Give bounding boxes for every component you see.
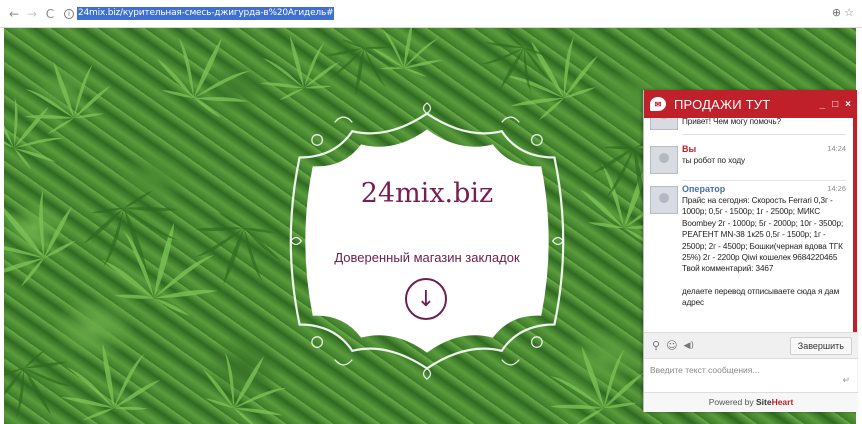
message-text: Прайс на сегодня: Скорость Ferrari 0,3г …: [682, 196, 844, 274]
emoji-icon[interactable]: ☺: [666, 339, 677, 352]
chat-message: Вы 14:24 ты робот по ходу: [644, 144, 854, 182]
powered-by-footer[interactable]: Powered by SiteHeart: [644, 392, 858, 412]
message-input[interactable]: Введите текст сообщения... ↵: [644, 358, 858, 392]
info-icon[interactable]: i: [64, 8, 74, 19]
chat-widget: ✉ ПРОДАЖИ ТУТ _ □ × Привет! Чем могу пом…: [643, 90, 858, 412]
divider: [682, 134, 846, 135]
address-bar[interactable]: 24mix.biz/курительная-смесь-джигурда-в%2…: [77, 7, 335, 20]
finish-chat-button[interactable]: Завершить: [789, 336, 852, 355]
browser-toolbar: ← → C i 24mix.biz/курительная-смесь-джиг…: [0, 0, 862, 28]
chat-messages: Привет! Чем могу помочь? Вы 14:24 ты роб…: [644, 118, 854, 332]
chat-scrollbar[interactable]: [853, 118, 857, 332]
avatar: [650, 118, 678, 130]
site-title: 24mix.biz: [360, 178, 494, 209]
chat-message: Оператор 14:26 Прайс на сегодня: Скорост…: [644, 184, 854, 309]
back-arrow-icon[interactable]: ←: [6, 6, 22, 22]
avatar: [650, 186, 678, 214]
forward-arrow-icon[interactable]: →: [24, 6, 40, 22]
chat-header[interactable]: ✉ ПРОДАЖИ ТУТ _ □ ×: [644, 90, 857, 118]
message-author: Оператор: [682, 184, 726, 194]
message-time: 14:26: [827, 184, 846, 193]
divider: [682, 180, 846, 181]
brand-heart: Heart: [771, 397, 794, 407]
message-time: 14:24: [827, 144, 846, 153]
sound-icon[interactable]: ◀): [684, 341, 694, 351]
enter-icon[interactable]: ↵: [842, 376, 850, 386]
site-subtitle: Доверенный магазин закладок: [334, 250, 520, 265]
close-icon[interactable]: ×: [845, 99, 851, 110]
minimize-icon[interactable]: _: [820, 99, 826, 110]
message-author: Вы: [682, 144, 697, 154]
bookmark-star-icon[interactable]: ☆: [844, 6, 854, 19]
chat-toolbar: ⚲ ☺ ◀) Завершить: [644, 332, 858, 358]
zoom-icon[interactable]: ⊕: [832, 6, 841, 19]
ornamental-frame: [289, 102, 565, 380]
powered-by-text: Powered by: [708, 397, 754, 407]
chat-logo-icon: ✉: [650, 97, 666, 111]
message-text: ты робот по ходу: [682, 156, 746, 165]
chat-title: ПРОДАЖИ ТУТ: [674, 96, 771, 112]
chat-message: Привет! Чем могу помочь?: [644, 118, 854, 132]
address-bar-actions: ⊕ ☆: [832, 6, 854, 19]
avatar: [650, 146, 678, 174]
maximize-icon[interactable]: □: [832, 99, 838, 110]
message-input-placeholder: Введите текст сообщения...: [650, 365, 760, 375]
scroll-down-icon[interactable]: ↓: [405, 278, 447, 320]
brand-site: Site: [755, 397, 772, 407]
reload-icon[interactable]: C: [42, 6, 58, 22]
message-text: Привет! Чем могу помочь?: [682, 118, 781, 126]
message-text-followup: делаете перевод отписываете сюда я дам а…: [682, 286, 840, 308]
attach-paperclip-icon[interactable]: ⚲: [652, 339, 660, 352]
